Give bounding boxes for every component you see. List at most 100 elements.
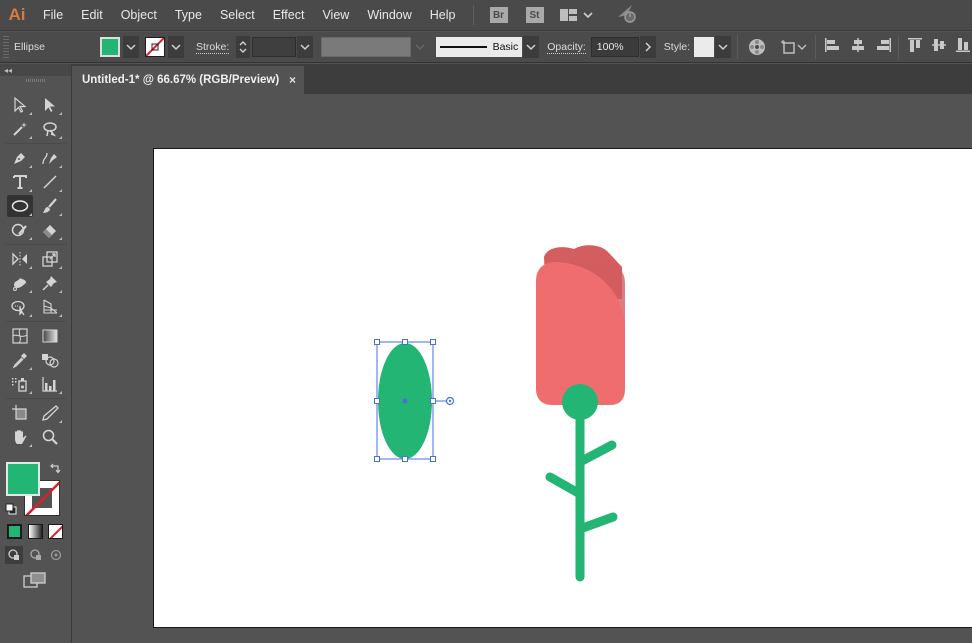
opacity-input[interactable]: 100% xyxy=(590,37,639,57)
eraser-tool[interactable] xyxy=(37,219,63,241)
menu-effect[interactable]: Effect xyxy=(264,0,314,31)
artboard[interactable] xyxy=(153,148,972,628)
default-fill-stroke-button[interactable] xyxy=(5,502,17,520)
menu-type[interactable]: Type xyxy=(166,0,211,31)
bridge-button[interactable]: Br xyxy=(489,7,508,23)
none-mode-button[interactable] xyxy=(48,524,63,539)
stock-button[interactable]: St xyxy=(525,7,544,23)
fill-dropdown[interactable] xyxy=(123,36,139,58)
resize-handle[interactable] xyxy=(402,456,408,462)
type-tool[interactable] xyxy=(7,171,33,193)
collapse-panel-button[interactable]: ◂◂ xyxy=(4,66,12,75)
resize-handle[interactable] xyxy=(374,398,380,404)
stroke-label[interactable]: Stroke: xyxy=(196,41,230,54)
shaper-tool[interactable] xyxy=(7,219,33,241)
direct-selection-tool[interactable] xyxy=(37,94,63,116)
selection-tool[interactable] xyxy=(7,94,33,116)
pen-tool[interactable] xyxy=(7,147,33,169)
resize-handle[interactable] xyxy=(374,456,380,462)
shape-builder-tool[interactable] xyxy=(7,296,33,318)
mesh-tool[interactable] xyxy=(7,325,33,347)
stroke-swatch[interactable] xyxy=(145,37,165,57)
align-bottom-button[interactable] xyxy=(955,37,971,58)
stroke-weight-stepper[interactable] xyxy=(236,36,251,58)
menu-help[interactable]: Help xyxy=(421,0,465,31)
stroke-weight-input[interactable] xyxy=(252,37,297,57)
opacity-label[interactable]: Opacity: xyxy=(547,41,586,54)
color-mode-button[interactable] xyxy=(7,524,22,539)
artboard-tool[interactable] xyxy=(7,402,33,424)
menu-file[interactable]: File xyxy=(34,0,72,31)
gradient-tool[interactable] xyxy=(37,325,63,347)
arrange-documents-button[interactable] xyxy=(559,8,594,22)
stem-branch-lower-right[interactable] xyxy=(575,512,618,534)
canvas-area[interactable] xyxy=(73,94,972,643)
zoom-tool[interactable] xyxy=(37,426,63,448)
transform-button[interactable] xyxy=(780,39,807,55)
draw-normal-button[interactable] xyxy=(5,546,23,564)
tools-panel-header: ◂◂ xyxy=(0,64,71,76)
variable-width-profile[interactable] xyxy=(321,37,412,57)
transform-icon xyxy=(781,40,795,54)
gpu-performance-button[interactable] xyxy=(616,3,638,28)
fill-swatch[interactable] xyxy=(100,37,120,57)
symbol-sprayer-tool[interactable] xyxy=(7,373,33,395)
align-right-button[interactable] xyxy=(876,37,892,58)
scale-tool[interactable] xyxy=(37,248,63,270)
eyedropper-tool[interactable] xyxy=(7,349,33,371)
brush-dropdown[interactable] xyxy=(523,36,540,58)
blend-tool[interactable] xyxy=(37,349,63,371)
draw-inside-button[interactable] xyxy=(47,546,65,564)
slice-tool[interactable] xyxy=(37,402,63,424)
menu-view[interactable]: View xyxy=(313,0,358,31)
line-segment-tool[interactable] xyxy=(37,171,63,193)
document-tab[interactable]: Untitled-1* @ 66.67% (RGB/Preview) × xyxy=(72,66,304,94)
ellipse-tool[interactable] xyxy=(7,195,33,217)
tools-panel-grip[interactable] xyxy=(0,76,71,84)
scale-icon xyxy=(42,251,58,267)
brush-definition[interactable]: Basic xyxy=(436,37,523,57)
close-tab-button[interactable]: × xyxy=(289,73,296,87)
control-bar-grip[interactable] xyxy=(3,36,9,58)
resize-handle[interactable] xyxy=(430,398,436,404)
opacity-expand-button[interactable] xyxy=(639,36,656,58)
align-left-button[interactable] xyxy=(824,37,840,58)
curvature-tool[interactable] xyxy=(37,147,63,169)
resize-handle[interactable] xyxy=(374,339,380,345)
change-screen-mode-button[interactable] xyxy=(23,572,47,593)
graphic-style-swatch[interactable] xyxy=(694,37,715,57)
fill-color-box[interactable] xyxy=(6,462,40,496)
magic-wand-tool[interactable] xyxy=(7,118,33,140)
align-vertical-center-button[interactable] xyxy=(931,37,947,58)
menu-window[interactable]: Window xyxy=(358,0,420,31)
gradient-mode-button[interactable] xyxy=(28,524,43,539)
resize-handle[interactable] xyxy=(430,456,436,462)
hand-tool[interactable] xyxy=(7,426,33,448)
control-bar: Ellipse Stroke: Basic Opacity: 100% Styl… xyxy=(0,32,972,63)
resize-handle[interactable] xyxy=(402,339,408,345)
arrange-documents-icon xyxy=(559,9,577,21)
swap-fill-stroke-button[interactable] xyxy=(49,461,61,479)
pin-tool[interactable] xyxy=(37,272,63,294)
perspective-grid-tool[interactable] xyxy=(37,296,63,318)
align-horizontal-center-button[interactable] xyxy=(850,37,866,58)
rose-sepal-circle[interactable] xyxy=(562,384,598,420)
stem-branch-upper-right[interactable] xyxy=(575,440,617,467)
menu-edit[interactable]: Edit xyxy=(72,0,112,31)
column-graph-tool[interactable] xyxy=(37,373,63,395)
resize-handle[interactable] xyxy=(430,339,436,345)
align-top-button[interactable] xyxy=(907,37,923,58)
style-dropdown[interactable] xyxy=(715,36,732,58)
lasso-tool[interactable] xyxy=(37,118,63,140)
stroke-weight-dropdown[interactable] xyxy=(297,36,314,58)
stroke-dropdown[interactable] xyxy=(168,36,184,58)
variable-width-dropdown[interactable] xyxy=(412,36,428,58)
menu-select[interactable]: Select xyxy=(211,0,264,31)
reflect-tool[interactable] xyxy=(7,248,33,270)
recolor-artwork-button[interactable] xyxy=(748,38,766,56)
menu-object[interactable]: Object xyxy=(112,0,166,31)
paintbrush-tool[interactable] xyxy=(37,195,63,217)
puppet-warp-icon xyxy=(13,278,26,291)
puppet-warp-tool[interactable] xyxy=(7,272,33,294)
draw-behind-button[interactable] xyxy=(27,546,45,564)
